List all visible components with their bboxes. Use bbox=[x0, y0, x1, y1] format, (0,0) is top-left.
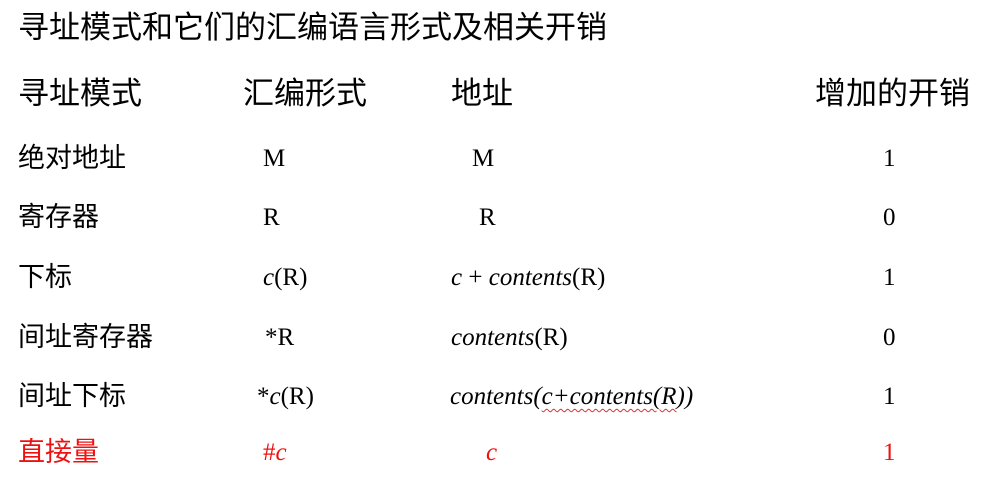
slide-title: 寻址模式和它们的汇编语言形式及相关开销 bbox=[18, 10, 607, 46]
header-extra-cost: 增加的开销 bbox=[815, 76, 970, 112]
row-2-mode: 寄存器 bbox=[18, 202, 99, 233]
row-1-cost: 1 bbox=[883, 145, 896, 172]
header-mode: 寻址模式 bbox=[18, 76, 142, 112]
expr-segment: R bbox=[263, 204, 280, 231]
expr-segment: (R) bbox=[534, 324, 568, 351]
row-5-address: contents(c+contents(R)) bbox=[450, 379, 693, 415]
slide: 寻址模式和它们的汇编语言形式及相关开销 寻址模式 汇编形式 地址 增加的开销 绝… bbox=[0, 0, 990, 488]
header-asm-form: 汇编形式 bbox=[243, 76, 367, 112]
expr-segment: c bbox=[486, 439, 498, 466]
row-3-asm: c(R) bbox=[263, 260, 307, 296]
expr-segment: (R) bbox=[280, 383, 314, 410]
row-6-mode: 直接量 bbox=[18, 437, 99, 468]
row-4-cost: 0 bbox=[883, 324, 896, 351]
row-6-address: c bbox=[486, 435, 497, 471]
expr-segment: # bbox=[263, 439, 276, 466]
expr-segment: * bbox=[257, 383, 270, 410]
row-3-address: c + contents(R) bbox=[451, 260, 605, 296]
row-3-cost: 1 bbox=[883, 264, 896, 291]
expr-segment: c bbox=[275, 439, 287, 466]
expr-segment: *R bbox=[265, 324, 295, 351]
row-2-asm: R bbox=[263, 200, 280, 236]
row-6-asm: #c bbox=[263, 435, 287, 471]
row-3-mode: 下标 bbox=[18, 262, 72, 293]
expr-segment: contents bbox=[488, 264, 573, 291]
expr-segment: c bbox=[451, 264, 463, 291]
row-6-cost: 1 bbox=[883, 439, 896, 466]
expr-segment: contents bbox=[451, 324, 535, 351]
row-5-asm: *c(R) bbox=[257, 379, 314, 415]
row-5-cost: 1 bbox=[883, 383, 896, 410]
row-2-cost: 0 bbox=[883, 204, 896, 231]
header-address: 地址 bbox=[451, 76, 513, 112]
expr-segment: c bbox=[269, 383, 281, 410]
expr-segment: R bbox=[479, 204, 496, 231]
expr-segment: (R) bbox=[572, 264, 606, 291]
expr-segment: (R) bbox=[274, 264, 308, 291]
expr-segment: M bbox=[263, 145, 286, 172]
expr-segment: contents( bbox=[450, 383, 542, 410]
row-1-asm: M bbox=[263, 141, 285, 177]
row-4-asm: *R bbox=[265, 320, 294, 356]
row-2-address: R bbox=[479, 200, 496, 236]
expr-segment: M bbox=[472, 145, 495, 172]
row-1-address: M bbox=[472, 141, 494, 177]
expr-segment: c+contents(R bbox=[541, 383, 677, 410]
row-4-address: contents(R) bbox=[451, 320, 568, 356]
expr-segment: + bbox=[462, 264, 489, 291]
row-4-mode: 间址寄存器 bbox=[18, 322, 153, 353]
row-5-mode: 间址下标 bbox=[18, 381, 126, 412]
row-1-mode: 绝对地址 bbox=[18, 143, 126, 174]
expr-segment: c bbox=[263, 264, 275, 291]
expr-segment: )) bbox=[676, 383, 694, 410]
